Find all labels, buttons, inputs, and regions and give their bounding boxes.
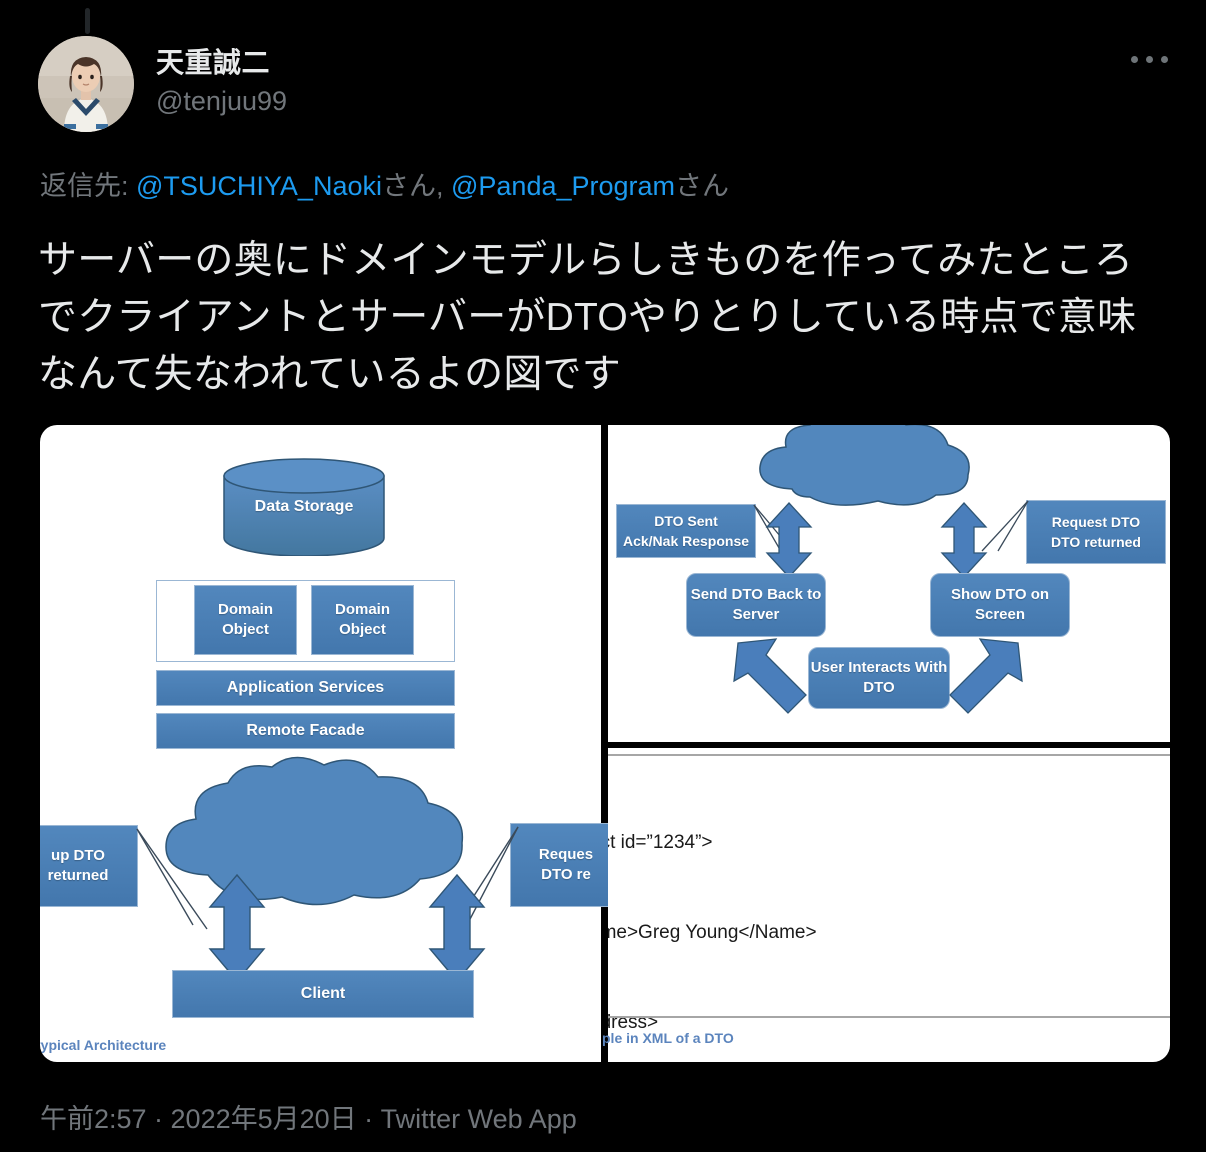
divider <box>608 754 1170 756</box>
request-dto-note-box: Reques DTO re <box>510 823 622 907</box>
bidirectional-arrow-right <box>426 873 488 983</box>
tweet-detail-page: 天重誠二 @tenjuu99 返信先: @TSUCHIYA_Naokiさん, @… <box>0 0 1206 1152</box>
mention-suffix-1: さん, <box>381 171 451 201</box>
mention-link-2[interactable]: @Panda_Program <box>451 171 675 201</box>
mention-link-1[interactable]: @TSUCHIYA_Naoki <box>136 171 382 201</box>
diagram-panel-architecture: Data Storage Domain Object Domain Object… <box>40 425 622 1062</box>
dot-icon <box>1131 56 1138 63</box>
diagram-panel-xml-example: act id=”1234”> ame>Greg Young</Name> ddr… <box>602 748 1170 1062</box>
arrow-user-to-send <box>732 637 810 715</box>
bidirectional-arrow-right <box>938 501 990 579</box>
tweet-header: 天重誠二 @tenjuu99 <box>38 36 287 132</box>
xml-panel-caption: ple in XML of a DTO <box>602 1030 734 1046</box>
domain-object-box-1: Domain Object <box>194 585 297 655</box>
code-line: ame>Greg Young</Name> <box>608 922 817 943</box>
domain-object-box-2: Domain Object <box>311 585 414 655</box>
leader-line-left <box>135 825 215 935</box>
thread-connector-line <box>85 8 90 34</box>
show-dto-on-screen-box: Show DTO on Screen <box>930 573 1070 637</box>
bidirectional-arrow-left <box>763 501 815 579</box>
tweet-media-image[interactable]: Data Storage Domain Object Domain Object… <box>40 425 1170 1062</box>
request-dto-note-box: Request DTO DTO returned <box>1026 500 1166 564</box>
client-box: Client <box>172 970 474 1018</box>
bidirectional-arrow-left <box>206 873 268 983</box>
data-storage-label: Data Storage <box>254 498 354 515</box>
dto-sent-note-box: DTO Sent Ack/Nak Response <box>616 504 756 558</box>
arrow-show-to-user <box>946 637 1024 715</box>
user-interacts-box: User Interacts With DTO <box>808 647 950 709</box>
name-block: 天重誠二 @tenjuu99 <box>156 36 287 119</box>
avatar-illustration <box>38 36 134 132</box>
display-name: 天重誠二 <box>156 47 271 78</box>
avatar[interactable] <box>38 36 134 132</box>
application-services-box: Application Services <box>156 670 455 706</box>
diagram-panel-dto-lifecycle: DTO Sent Ack/Nak Response Request DTO DT… <box>608 425 1170 742</box>
code-line: act id=”1234”> <box>608 832 713 853</box>
dot-icon <box>1161 56 1168 63</box>
remote-facade-box: Remote Facade <box>156 713 455 749</box>
reply-to-prefix: 返信先: <box>40 171 137 201</box>
data-storage-cylinder: Data Storage <box>220 458 388 556</box>
handle: @tenjuu99 <box>156 86 288 116</box>
more-options-button[interactable] <box>1123 48 1176 71</box>
send-dto-back-box: Send DTO Back to Server <box>686 573 826 637</box>
network-cloud <box>748 425 978 510</box>
lookup-dto-note-box: up DTO returned <box>40 825 138 907</box>
tweet-text: サーバーの奥にドメインモデルらしきものを作ってみたところでクライアントとサーバー… <box>38 239 1137 396</box>
divider <box>608 1016 1170 1018</box>
left-panel-caption: typical Architecture <box>40 1037 167 1053</box>
reply-to-line: 返信先: @TSUCHIYA_Naokiさん, @Panda_Programさん <box>40 167 729 205</box>
mention-suffix-2: さん <box>675 171 730 201</box>
tweet-timestamp[interactable]: 午前2:57 · 2022年5月20日 · Twitter Web App <box>40 1100 577 1138</box>
dot-icon <box>1146 56 1153 63</box>
